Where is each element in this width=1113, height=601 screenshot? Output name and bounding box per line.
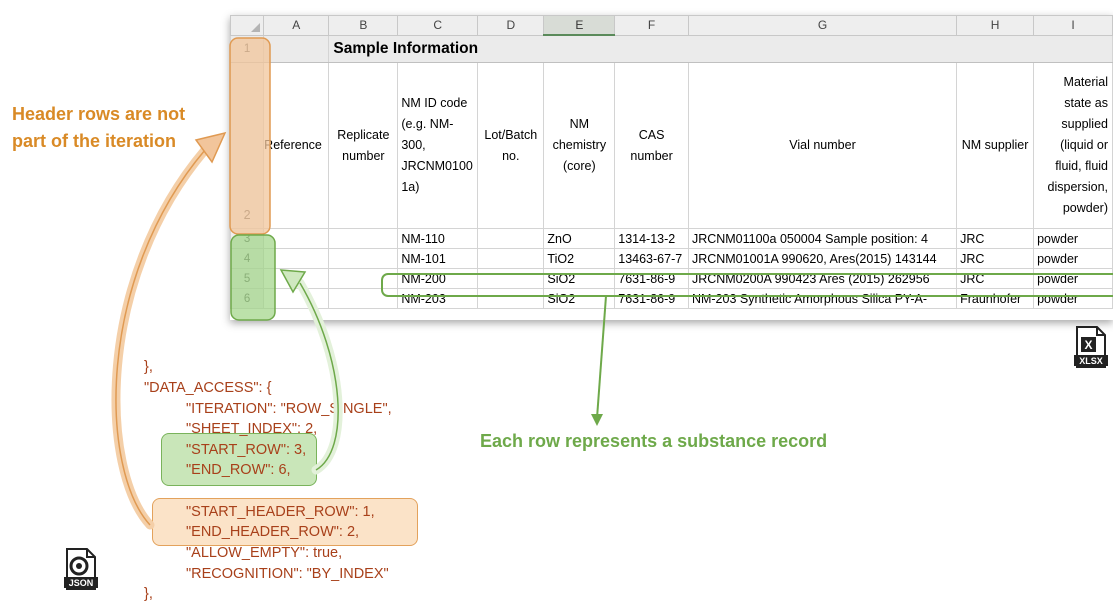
- table-cell[interactable]: SiO2: [543, 288, 616, 309]
- column-header-row: A B C D E F G H I: [230, 15, 1113, 36]
- header-replicate-number[interactable]: Replicate number: [328, 62, 399, 229]
- table-cell[interactable]: JRCNM01100a 050004 Sample position: 4: [687, 228, 958, 249]
- spreadsheet: A B C D E F G H I 1 Sample Information 2…: [230, 15, 1113, 320]
- table-cell[interactable]: [477, 268, 545, 289]
- table-cell[interactable]: powder: [1033, 228, 1113, 249]
- table-row: 3 NM-110 ZnO 1314-13-2 JRCNM01100a 05000…: [230, 228, 1113, 249]
- header-nm-id-code[interactable]: NM ID code (e.g. NM-300, JRCNM0100 1a): [397, 62, 479, 229]
- table-cell[interactable]: 7631-86-9: [614, 288, 689, 309]
- header-material-state[interactable]: Material state as supplied (liquid or fl…: [1033, 62, 1113, 229]
- column-header-b[interactable]: B: [328, 15, 399, 36]
- title-row: 1 Sample Information: [230, 34, 1113, 63]
- substance-record-note: Each row represents a substance record: [480, 431, 828, 451]
- column-header-e[interactable]: E: [543, 15, 616, 36]
- table-cell[interactable]: NM-203: [397, 288, 479, 309]
- select-all-corner[interactable]: [230, 15, 265, 36]
- json-line: "ALLOW_EMPTY": true,: [186, 545, 343, 561]
- json-line: },: [144, 359, 153, 375]
- table-cell[interactable]: TiO2: [543, 248, 616, 269]
- table-cell[interactable]: NM-203 Synthetic Amorphous Silica PY-A-: [687, 288, 958, 309]
- table-cell[interactable]: [263, 268, 330, 289]
- table-cell[interactable]: JRC: [956, 248, 1035, 269]
- header-vial-number[interactable]: Vial number: [687, 62, 958, 229]
- data-rows-highlight: [161, 433, 317, 486]
- table-cell[interactable]: NM-200: [397, 268, 479, 289]
- table-cell[interactable]: 13463-67-7: [614, 248, 689, 269]
- svg-text:X: X: [1084, 338, 1092, 352]
- table-cell[interactable]: JRCNM0200A 990423 Ares (2015) 262956: [687, 268, 958, 289]
- json-line: "RECOGNITION": "BY_INDEX": [186, 566, 389, 582]
- table-cell[interactable]: [477, 248, 545, 269]
- table-cell[interactable]: [328, 228, 399, 249]
- table-cell[interactable]: NM-101: [397, 248, 479, 269]
- table-cell[interactable]: JRCNM01001A 990620, Ares(2015) 143144: [687, 248, 958, 269]
- header-rows-highlight: [152, 498, 418, 546]
- json-icon-label: JSON: [69, 578, 94, 588]
- xlsx-file-icon: X XLSX: [1074, 326, 1108, 368]
- column-header-f[interactable]: F: [614, 15, 689, 36]
- row-header-1[interactable]: 1: [230, 34, 265, 63]
- table-cell[interactable]: 7631-86-9: [614, 268, 689, 289]
- table-cell[interactable]: [477, 288, 545, 309]
- header-lot-batch[interactable]: Lot/Batch no.: [477, 62, 545, 229]
- row-header-2[interactable]: 2: [230, 62, 265, 229]
- json-line: },: [144, 586, 153, 601]
- table-cell[interactable]: [477, 228, 545, 249]
- table-row: 5 NM-200 SiO2 7631-86-9 JRCNM0200A 99042…: [230, 268, 1113, 289]
- table-cell[interactable]: JRC: [956, 228, 1035, 249]
- table-cell[interactable]: powder: [1033, 268, 1113, 289]
- column-header-a[interactable]: A: [263, 15, 330, 36]
- table-cell[interactable]: [263, 288, 330, 309]
- spreadsheet-grid: A B C D E F G H I 1 Sample Information 2…: [230, 15, 1113, 309]
- header-cas-number[interactable]: CAS number: [614, 62, 689, 229]
- table-cell[interactable]: Fraunhofer: [956, 288, 1035, 309]
- row-header-3[interactable]: 3: [230, 228, 265, 249]
- header-row-arrow-head: [194, 131, 227, 164]
- column-header-i[interactable]: I: [1033, 15, 1113, 36]
- xlsx-icon-label: XLSX: [1079, 356, 1103, 366]
- table-row: 4 NM-101 TiO2 13463-67-7 JRCNM01001A 990…: [230, 248, 1113, 269]
- table-cell[interactable]: JRC: [956, 268, 1035, 289]
- header-rows-note-line-2: part of the iteration: [12, 131, 177, 151]
- table-cell[interactable]: ZnO: [543, 228, 616, 249]
- column-header-g[interactable]: G: [687, 15, 958, 36]
- row-header-4[interactable]: 4: [230, 248, 265, 269]
- diagram-canvas: A B C D E F G H I 1 Sample Information 2…: [0, 0, 1113, 601]
- table-cell[interactable]: [328, 288, 399, 309]
- column-header-d[interactable]: D: [477, 15, 545, 36]
- table-cell[interactable]: powder: [1033, 248, 1113, 269]
- table-cell[interactable]: NM-110: [397, 228, 479, 249]
- table-cell[interactable]: powder: [1033, 288, 1113, 309]
- header-nm-supplier[interactable]: NM supplier: [956, 62, 1035, 229]
- json-line: "DATA_ACCESS": {: [144, 380, 272, 396]
- record-arrow-head: [591, 414, 603, 426]
- json-file-icon: JSON: [64, 548, 98, 590]
- table-cell[interactable]: [328, 248, 399, 269]
- column-header-h[interactable]: H: [956, 15, 1035, 36]
- table-cell[interactable]: SiO2: [543, 268, 616, 289]
- header-reference[interactable]: Reference: [263, 62, 330, 229]
- json-line: "ITERATION": "ROW_SINGLE",: [186, 401, 392, 417]
- row-header-5[interactable]: 5: [230, 268, 265, 289]
- table-cell[interactable]: [263, 248, 330, 269]
- sheet-title[interactable]: Sample Information: [328, 34, 1113, 63]
- header-row: 2 Reference Replicate number NM ID code …: [230, 62, 1113, 229]
- table-row: 6 NM-203 SiO2 7631-86-9 NM-203 Synthetic…: [230, 288, 1113, 309]
- table-cell[interactable]: 1314-13-2: [614, 228, 689, 249]
- table-cell[interactable]: [263, 228, 330, 249]
- row-header-6[interactable]: 6: [230, 288, 265, 309]
- header-rows-note: Header rows are not part of the iteratio…: [12, 101, 185, 155]
- header-rows-note-line-1: Header rows are not: [12, 104, 186, 124]
- header-nm-chemistry[interactable]: NM chemistry (core): [543, 62, 616, 229]
- cell-a1[interactable]: [263, 34, 330, 63]
- table-cell[interactable]: [328, 268, 399, 289]
- column-header-c[interactable]: C: [397, 15, 479, 36]
